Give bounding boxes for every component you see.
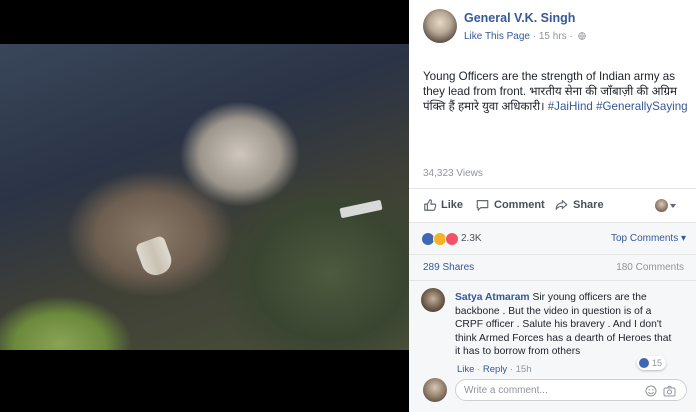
- post-text: Young Officers are the strength of India…: [423, 69, 689, 114]
- comments-count: 180 Comments: [616, 262, 684, 273]
- emoji-icon[interactable]: [645, 385, 657, 397]
- hashtag-link[interactable]: #JaiHind: [548, 100, 593, 113]
- comment-button[interactable]: Comment: [475, 198, 545, 212]
- comment-composer: [409, 373, 696, 412]
- globe-icon[interactable]: [577, 32, 586, 40]
- love-icon: [445, 232, 459, 246]
- comment-label: Comment: [494, 199, 545, 211]
- comment-icon: [476, 200, 489, 211]
- video-player[interactable]: [0, 0, 409, 411]
- reaction-icons[interactable]: [421, 232, 459, 246]
- post-header: General V.K. Singh Like This Page · 15 h…: [423, 9, 688, 49]
- video-content: [134, 234, 176, 280]
- view-count: 34,323 Views: [423, 168, 483, 179]
- shares-count[interactable]: 289 Shares: [423, 262, 474, 273]
- post-time[interactable]: 15 hrs: [539, 31, 567, 42]
- video-content-detail: [339, 199, 383, 219]
- camera-icon[interactable]: [663, 385, 676, 397]
- comment-body: Satya Atmaram Sir young officers are the…: [455, 291, 677, 359]
- like-button[interactable]: Like: [423, 198, 463, 212]
- video-frame[interactable]: [0, 44, 409, 350]
- like-icon: [639, 358, 649, 368]
- meta-separator: ·: [569, 31, 573, 42]
- comment-like-badge[interactable]: 15: [637, 356, 667, 370]
- caret-down-icon: [670, 203, 676, 208]
- share-label: Share: [573, 199, 604, 211]
- shares-bar: 289 Shares 180 Comments: [409, 254, 696, 281]
- audience-avatar: [655, 199, 668, 212]
- hashtag-link[interactable]: #GenerallySaying: [596, 100, 688, 113]
- post-meta: Like This Page · 15 hrs ·: [464, 31, 586, 42]
- reaction-count[interactable]: 2.3K: [461, 233, 482, 244]
- action-bar: Like Comment Share: [409, 188, 696, 223]
- share-button[interactable]: Share: [554, 198, 604, 212]
- share-icon: [555, 200, 568, 210]
- commenter-name[interactable]: Satya Atmaram: [455, 292, 530, 303]
- author-avatar[interactable]: [423, 9, 457, 43]
- user-avatar: [423, 378, 447, 402]
- reactions-bar: 2.3K Top Comments ▾: [409, 222, 696, 255]
- thumbs-up-icon: [424, 199, 437, 211]
- author-name[interactable]: General V.K. Singh: [464, 11, 575, 25]
- comment-like-count: 15: [652, 358, 663, 368]
- meta-separator: ·: [532, 31, 537, 42]
- like-label: Like: [441, 199, 464, 211]
- commenter-avatar[interactable]: [421, 288, 445, 312]
- post-panel: General V.K. Singh Like This Page · 15 h…: [409, 0, 696, 412]
- like-page-link[interactable]: Like This Page: [464, 31, 530, 42]
- top-comments-dropdown[interactable]: Top Comments ▾: [611, 233, 686, 244]
- audience-selector[interactable]: [655, 199, 678, 212]
- comment-section: Satya Atmaram Sir young officers are the…: [409, 280, 696, 412]
